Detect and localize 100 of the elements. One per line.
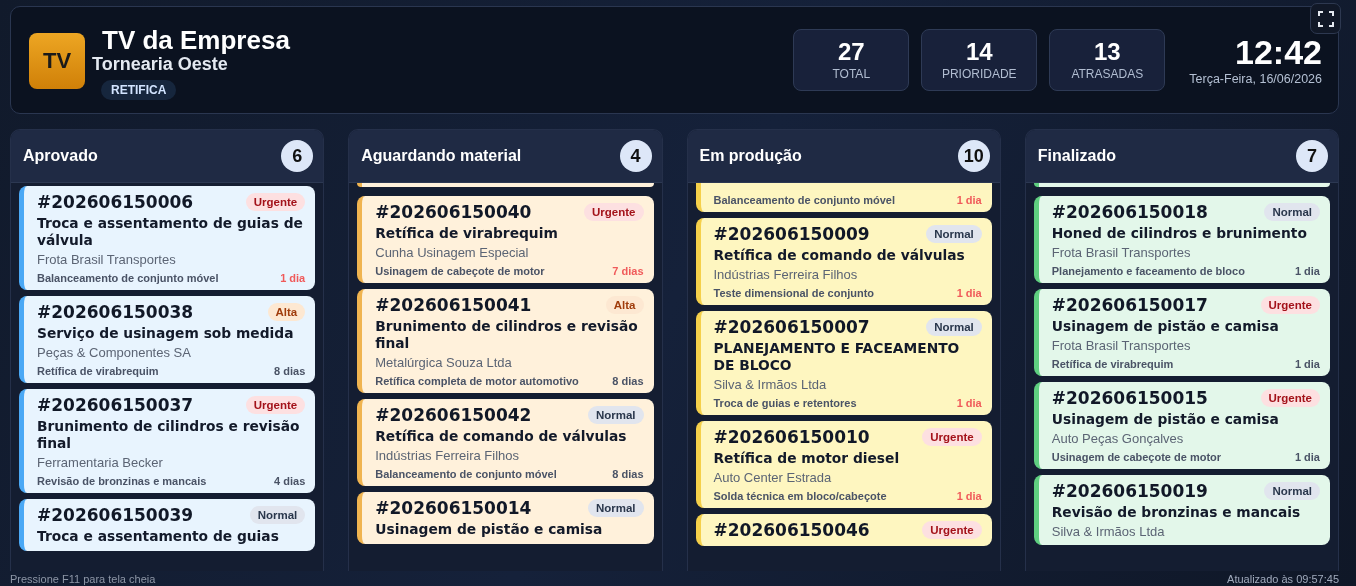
priority-badge: Normal [1264, 482, 1320, 500]
order-title: Troca e assentamento de guias [37, 528, 280, 545]
days-count: 1 dia [956, 194, 982, 206]
order-title: Retífica de comando de válvulas [375, 428, 628, 445]
service-name: Troca de guias e retentores [713, 397, 857, 409]
fullscreen-button[interactable] [1310, 3, 1341, 34]
order-title: Usinagem de pistão e camisa [1051, 411, 1280, 428]
customer-name: Frota Brasil Transportes [1051, 245, 1192, 260]
order-number: #202606150042 [375, 405, 532, 425]
priority-badge: Urgente [245, 396, 306, 414]
column-count: 4 [619, 140, 652, 172]
stat-value: 27 [837, 39, 865, 65]
days-count: 8 dias [274, 365, 306, 377]
order-card[interactable]: #202606150014 Normal Usinagem de pistão e camisa [357, 492, 654, 544]
priority-badge: Normal [1264, 203, 1320, 221]
column-title: Aprovado [23, 147, 98, 165]
order-number: #202606150010 [713, 427, 870, 447]
priority-badge: Normal [249, 506, 306, 524]
fullscreen-icon [1317, 10, 1334, 27]
order-title: Troca e assentamento de guias de válvula [37, 215, 304, 249]
priority-badge: Urgente [584, 203, 644, 221]
order-number: #202606150040 [375, 202, 532, 222]
days-count: 7 dias [612, 265, 644, 277]
order-number: #202606150041 [375, 295, 532, 315]
order-number: #202606150038 [37, 302, 194, 322]
clock-time: 12:42 [1235, 34, 1322, 70]
order-card[interactable]: #202606150038 Alta Serviço de usinagem sob medida Peças & Componentes SA Retífica de virabrequim 8 dias [19, 296, 316, 383]
days-count: 1 dia [1294, 451, 1320, 463]
service-name: Retífica de virabrequim [1051, 358, 1174, 370]
stat-label: ATRASADAS [1071, 67, 1144, 81]
order-card[interactable]: #202606150041 Alta Brunimento de cilindros e revisão final Metalúrgica Souza Ltda Retífica completa de motor automotivo 8 dias [357, 289, 654, 393]
priority-badge: Urgente [1260, 296, 1320, 314]
priority-badge: Normal [587, 499, 644, 517]
order-title: Usinagem de pistão e camisa [375, 521, 604, 538]
order-number: #202606150006 [37, 192, 194, 212]
logo-icon: TV [29, 33, 85, 89]
customer-name: Peças & Componentes SA [37, 345, 192, 360]
column-title: Em produção [699, 147, 802, 165]
order-number: #202606150015 [1051, 388, 1208, 408]
service-name: Teste dimensional de conjunto [713, 287, 875, 299]
priority-badge: Normal [587, 406, 644, 424]
column-count: 10 [957, 140, 990, 172]
order-title: Retífica de motor diesel [713, 450, 901, 467]
order-title: Brunimento de cilindros e revisão final [375, 318, 639, 352]
order-card[interactable]: #202606150039 Normal Troca e assentamento de guias [19, 499, 316, 551]
order-card[interactable]: #202606150007 Normal PLANEJAMENTO E FACEAMENTO DE BLOCO Silva & Irmãos Ltda Troca de guias e retentores 1 dia [695, 311, 992, 415]
days-count: 1 dia [956, 287, 982, 299]
service-name: Retífica completa de motor automotivo [375, 375, 579, 387]
order-title: Honed de cilindros e brunimento [1051, 225, 1308, 242]
priority-badge: Normal [926, 225, 982, 243]
customer-name: Ferramentaria Becker [37, 455, 164, 470]
order-number: #202606150007 [713, 317, 870, 337]
order-card[interactable]: #202606150006 Urgente Troca e assentamento de guias de válvula Frota Brasil Transportes Balanceamento de conjunto móvel 1 dia [19, 186, 316, 290]
customer-name: Frota Brasil Transportes [1051, 338, 1192, 353]
order-card[interactable]: #202606150037 Urgente Brunimento de cilindros e revisão final Ferramentaria Becker Revisão de bronzinas e mancais 4 dias [19, 389, 316, 493]
order-title: Serviço de usinagem sob medida [37, 325, 295, 342]
order-title: Retífica de comando de válvulas [713, 247, 966, 264]
order-card[interactable]: #202606150019 Normal Revisão de bronzinas e mancais Silva & Irmãos Ltda [1033, 475, 1330, 545]
order-card[interactable]: #202606150010 Urgente Retífica de motor diesel Auto Center Estrada Solda técnica em bloco/cabeçote 1 dia [695, 421, 992, 508]
order-card[interactable]: Balanceamento de conjunto móvel 1 dia [695, 183, 992, 212]
order-card[interactable]: #202606150046 Urgente [695, 514, 992, 546]
order-number: #202606150046 [713, 520, 870, 540]
customer-name: Metalúrgica Souza Ltda [375, 355, 513, 370]
days-count: 1 dia [280, 272, 306, 284]
priority-badge: Urgente [922, 428, 982, 446]
order-card[interactable]: #202606150042 Normal Retífica de comando de válvulas Indústrias Ferreira Filhos Balanceamento de conjunto móvel 8 dias [357, 399, 654, 486]
order-title: Usinagem de pistão e camisa [1051, 318, 1280, 335]
order-card[interactable]: #202606150017 Urgente Usinagem de pistão e camisa Frota Brasil Transportes Retífica de virabrequim 1 dia [1033, 289, 1330, 376]
customer-name: Auto Peças Gonçalves [1051, 431, 1185, 446]
service-name: Usinagem de cabeçote de motor [1051, 451, 1222, 463]
order-number: #202606150039 [37, 505, 194, 525]
clock-date: Terça-Feira, 16/06/2026 [1189, 72, 1322, 86]
column-title: Aguardando material [361, 147, 522, 165]
service-name: Balanceamento de conjunto móvel [713, 194, 896, 206]
priority-badge: Alta [605, 296, 644, 314]
customer-name: Indústrias Ferreira Filhos [713, 267, 859, 282]
fullscreen-hint: Pressione F11 para tela cheia [10, 572, 156, 585]
column-count: 6 [281, 140, 314, 172]
order-number: #202606150019 [1051, 481, 1208, 501]
order-number: #202606150014 [375, 498, 532, 518]
order-number: #202606150009 [713, 224, 870, 244]
column-count: 7 [1296, 140, 1328, 172]
order-number: #202606150037 [37, 395, 194, 415]
service-name: Balanceamento de conjunto móvel [37, 272, 219, 284]
sector-tag: RETIFICA [101, 80, 177, 100]
customer-name: Silva & Irmãos Ltda [1051, 524, 1166, 539]
order-card[interactable]: #202606150015 Urgente Usinagem de pistão e camisa Auto Peças Gonçalves Usinagem de cabeçote de motor 1 dia [1033, 382, 1330, 469]
app-title: TV da Empresa [102, 26, 290, 54]
order-card[interactable]: #202606150009 Normal Retífica de comando de válvulas Indústrias Ferreira Filhos Teste dimensional de conjunto 1 dia [695, 218, 992, 305]
service-name: Usinagem de cabeçote de motor [375, 265, 545, 277]
priority-badge: Alta [267, 303, 306, 321]
days-count: 8 dias [612, 375, 644, 387]
column-title: Finalizado [1037, 147, 1116, 165]
order-title: Revisão de bronzinas e mancais [1051, 504, 1302, 521]
order-card[interactable]: #202606150018 Normal Honed de cilindros e brunimento Frota Brasil Transportes Planejamento e faceamento de bloco 1 dia [1033, 196, 1330, 283]
days-count: 1 dia [956, 490, 982, 502]
stat-value: 13 [1093, 39, 1121, 65]
order-card[interactable]: #202606150040 Urgente Retífica de virabrequim Cunha Usinagem Especial Usinagem de cabeçote de motor 7 dias [357, 196, 654, 283]
priority-badge: Normal [926, 318, 982, 336]
days-count: 8 dias [612, 468, 644, 480]
